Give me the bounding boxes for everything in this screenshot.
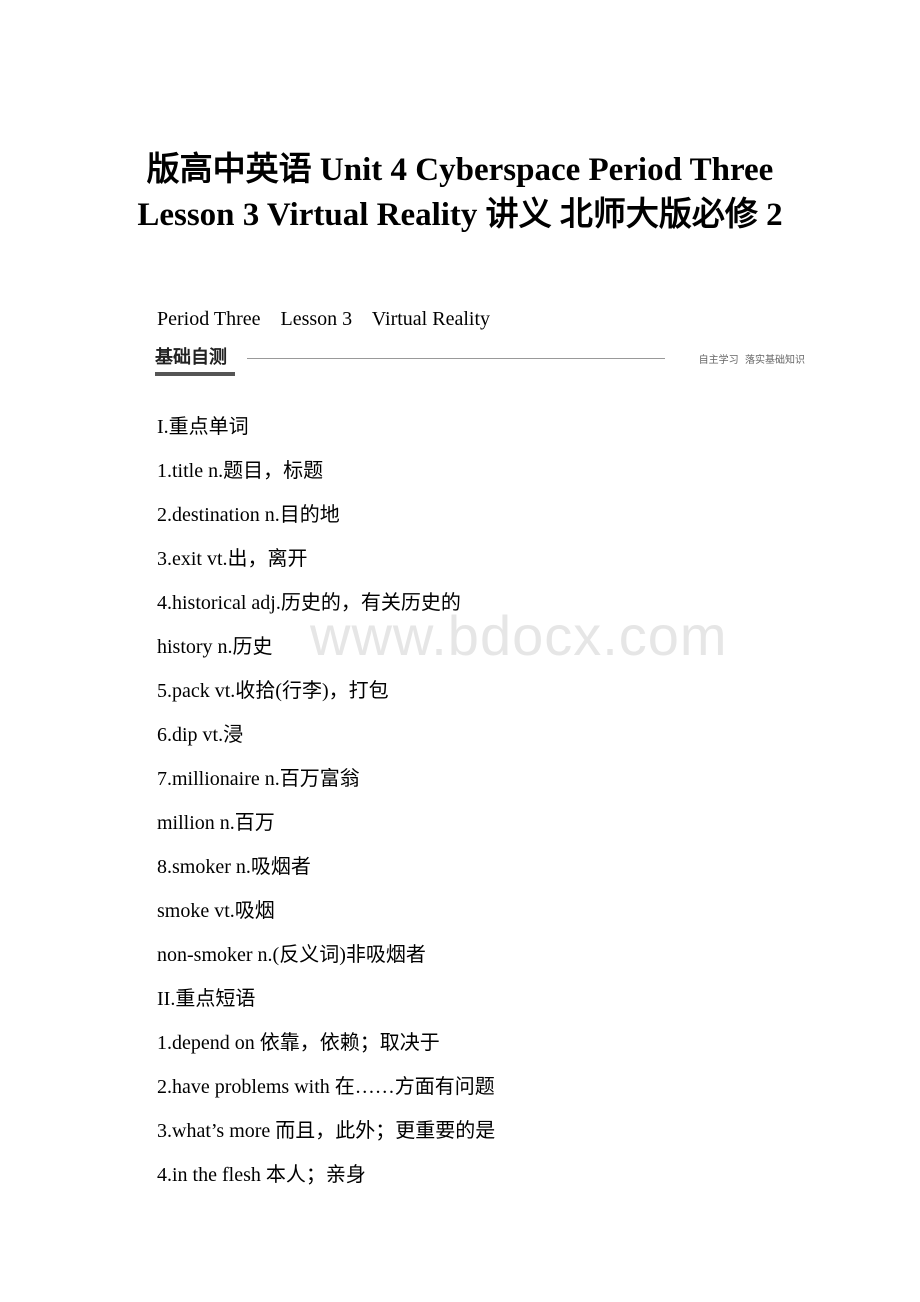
banner-label: 基础自测 [155,347,227,368]
banner-tag: 自主学习 落实基础知识 [698,355,805,366]
phrase-line: 1.depend on 依靠，依赖；取决于 [157,1032,440,1054]
vocab-line: smoke vt.吸烟 [157,900,275,922]
vocab-line: million n.百万 [157,812,275,834]
vocab-line: non-smoker n.(反义词)非吸烟者 [157,944,426,966]
vocab-line: 1.title n.题目，标题 [157,460,324,482]
phrase-line: 4.in the flesh 本人；亲身 [157,1164,366,1186]
vocab-line: history n.历史 [157,636,273,658]
vocab-line: 5.pack vt.收拾(行李)，打包 [157,680,389,702]
vocab-line: 6.dip vt.浸 [157,724,244,746]
phrase-line: 2.have problems with 在……方面有问题 [157,1076,495,1098]
banner-underline [155,372,235,376]
section-heading-phrases: II.重点短语 [157,988,256,1010]
vocab-line: 8.smoker n.吸烟者 [157,856,311,878]
section-heading-words: I.重点单词 [157,416,249,438]
lesson-subheading: Period Three Lesson 3 Virtual Reality [157,308,490,330]
vocab-line: 4.historical adj.历史的，有关历史的 [157,592,461,614]
banner-divider [247,358,665,359]
content-lines: I.重点单词 1.title n.题目，标题 2.destination n.目… [157,405,495,1197]
phrase-line: 3.what’s more 而且，此外；更重要的是 [157,1120,496,1142]
title-line-1: 版高中英语 Unit 4 Cyberspace Period Three [146,152,774,188]
document-title: 版高中英语 Unit 4 Cyberspace Period Three Les… [0,148,920,238]
title-line-2: Lesson 3 Virtual Reality 讲义 北师大版必修 2 [137,197,783,233]
section-banner: 基础自测 自主学习 落实基础知识 [155,343,805,383]
vocab-line: 3.exit vt.出，离开 [157,548,308,570]
vocab-line: 2.destination n.目的地 [157,504,340,526]
vocab-line: 7.millionaire n.百万富翁 [157,768,360,790]
